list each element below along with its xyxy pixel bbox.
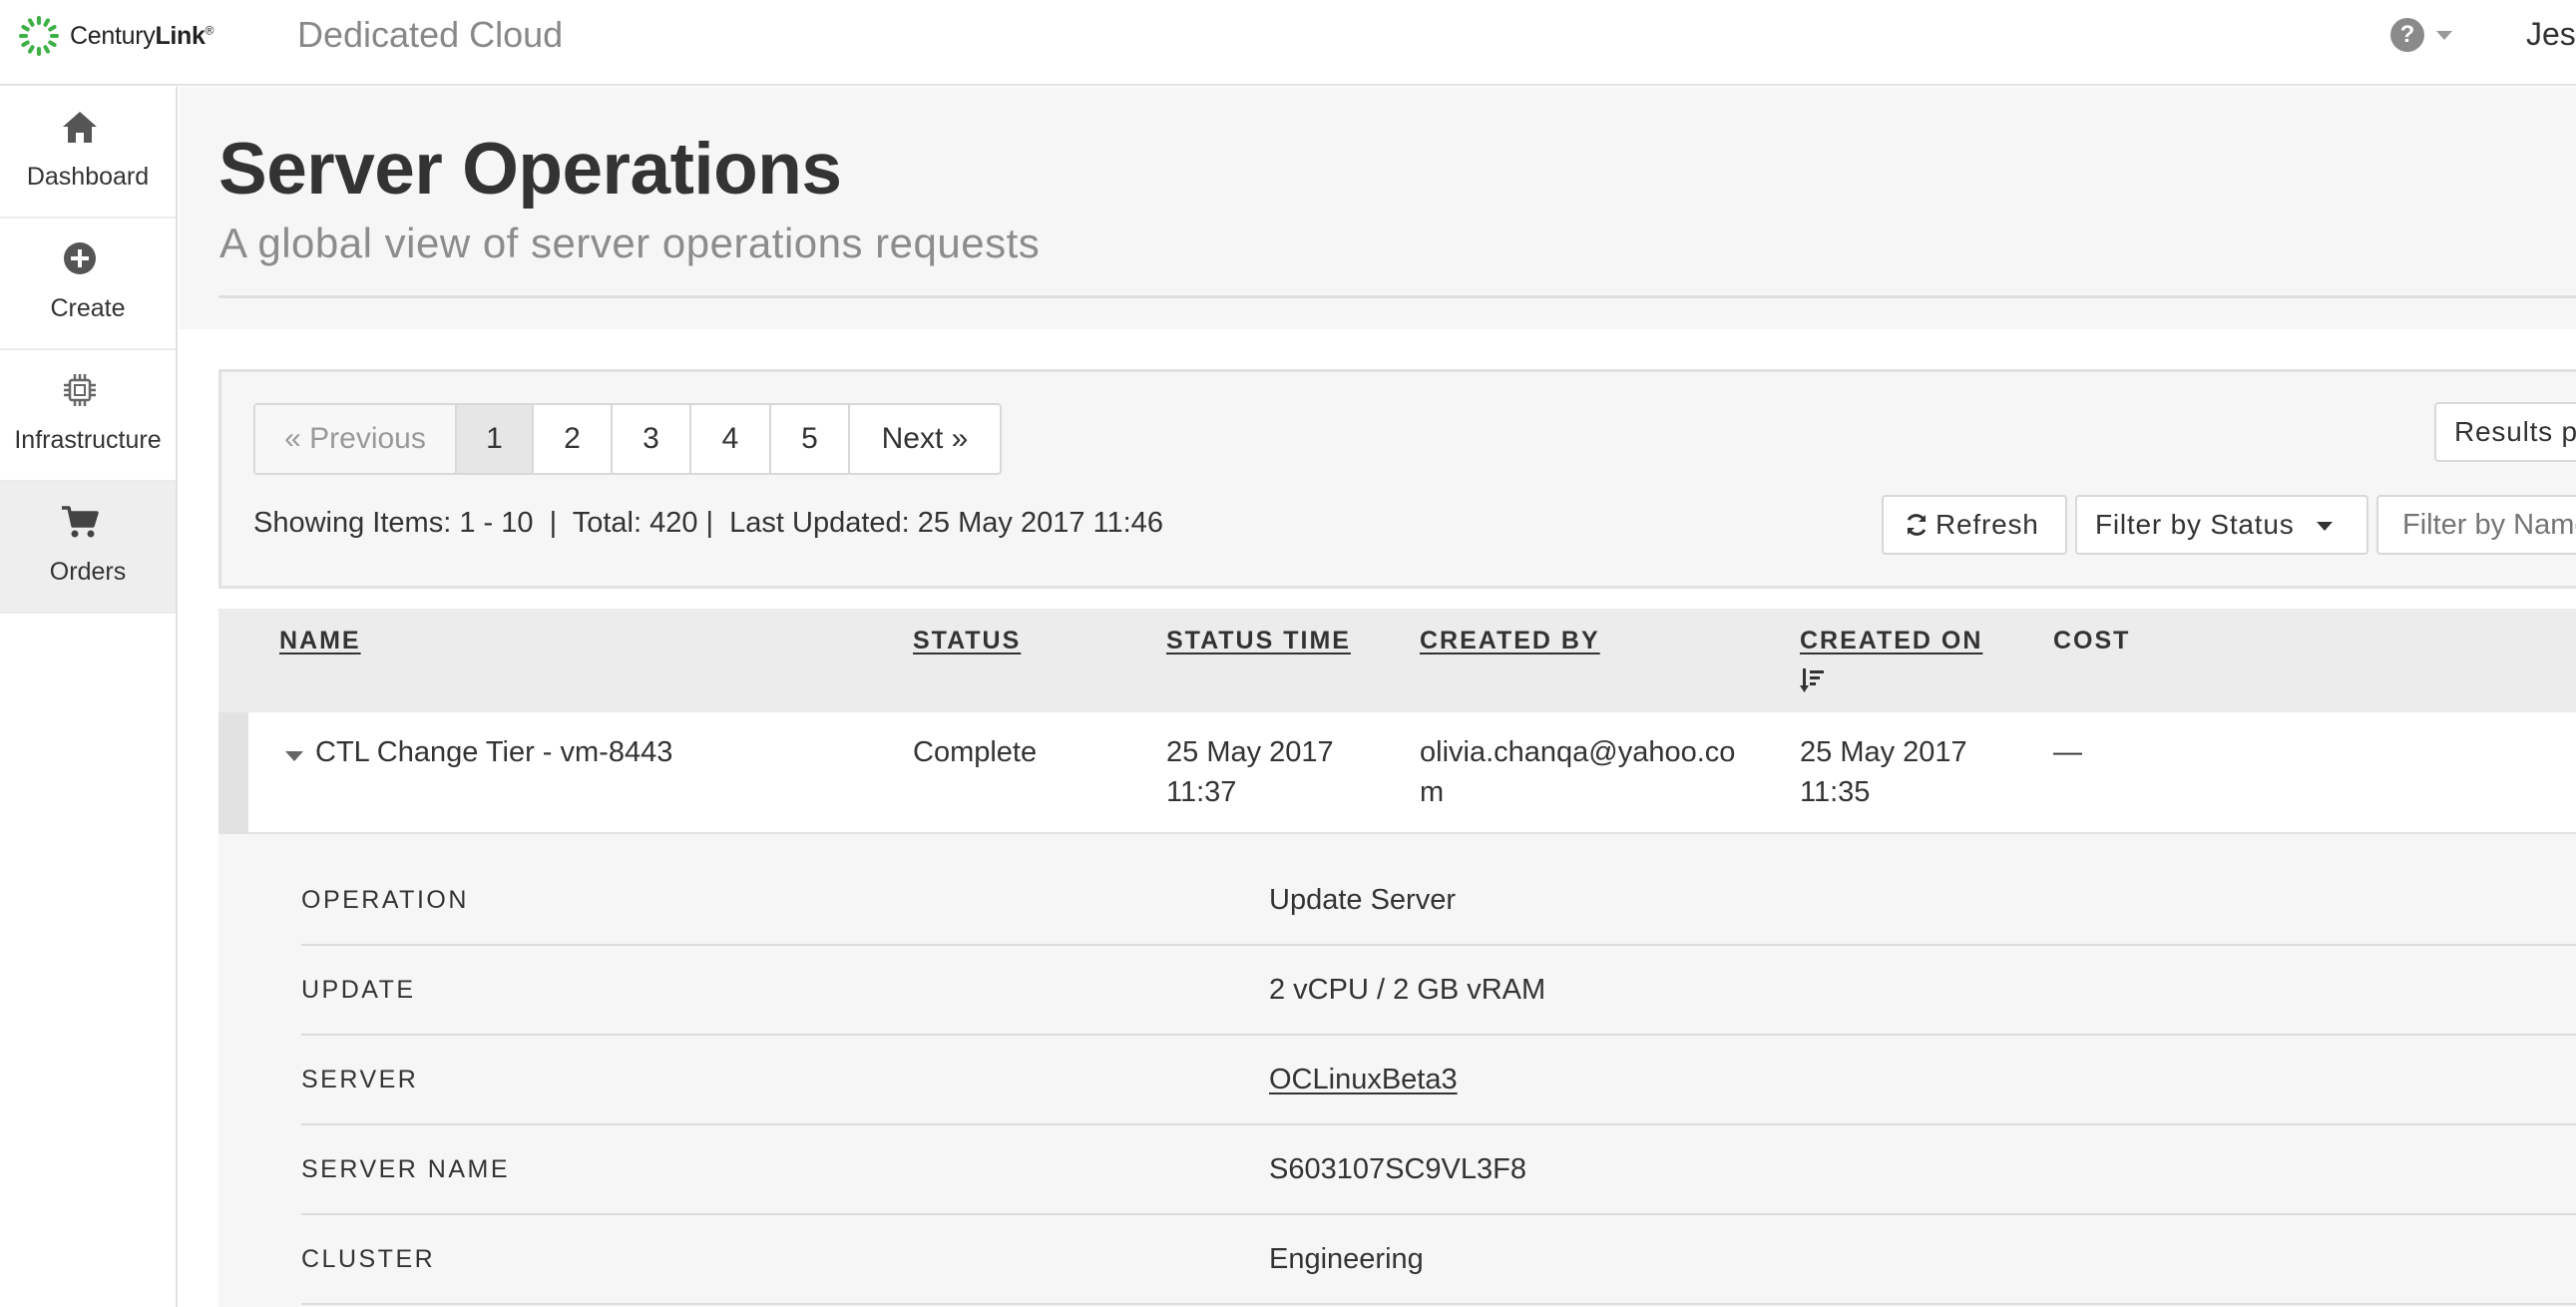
cart-icon [62, 506, 99, 538]
server-link[interactable]: OCLinuxBeta3 [1269, 1064, 1458, 1096]
detail-row-operation: OPERATION Update Server [301, 856, 2576, 946]
column-header-status-time[interactable]: STATUS TIME [1166, 627, 1351, 655]
caret-down-icon [2317, 522, 2334, 531]
detail-value: 2 vCPU / 2 GB vRAM [1269, 974, 1546, 1006]
help-menu-button[interactable]: ? [2390, 18, 2452, 52]
cell-status-time: 25 May 2017 11:37 [1166, 732, 1334, 812]
page-subtitle: A global view of server operations reque… [219, 219, 1041, 266]
sidebar-item-infrastructure[interactable]: Infrastructure [0, 350, 176, 482]
chip-icon [64, 374, 96, 406]
sidebar-item-label: Orders [49, 558, 127, 586]
sidebar-item-create[interactable]: Create [0, 218, 176, 350]
sidebar-item-label: Create [50, 294, 126, 322]
cell-created-by-line2: m [1420, 776, 1445, 808]
cell-created-on-date: 25 May 2017 [1800, 736, 1967, 768]
home-icon [63, 112, 97, 143]
filter-by-status-dropdown[interactable]: Filter by Status [2075, 495, 2368, 555]
help-icon: ? [2390, 18, 2424, 52]
page-title: Server Operations [218, 129, 842, 210]
sort-descending-icon[interactable] [1800, 666, 1826, 694]
centurylink-logo[interactable]: CenturyLink® [18, 14, 214, 58]
detail-value: Engineering [1269, 1243, 1424, 1275]
filter-by-status-label: Filter by Status [2095, 509, 2295, 540]
column-header-cost: COST [2053, 627, 2131, 654]
cell-status-time-time: 11:37 [1166, 776, 1237, 808]
app-title: Dedicated Cloud [297, 14, 564, 55]
column-header-created-by[interactable]: CREATED BY [1420, 627, 1600, 655]
pagination-page-5[interactable]: 5 [771, 405, 850, 473]
detail-value: S603107SC9VL3F8 [1269, 1153, 1526, 1185]
cell-name: CTL Change Tier - vm-8443 [315, 736, 673, 768]
detail-label: SERVER NAME [301, 1155, 511, 1183]
detail-row-update: UPDATE 2 vCPU / 2 GB vRAM [301, 946, 2576, 1036]
cell-created-by: olivia.chanqa@yahoo.co m [1420, 732, 1735, 812]
cell-cost: — [2053, 736, 2082, 768]
sidebar-item-label: Infrastructure [14, 426, 162, 454]
sidebar: Dashboard Create Infrastructure Orders [0, 87, 178, 1307]
refresh-label: Refresh [1935, 509, 2039, 540]
expand-toggle-icon[interactable] [285, 751, 303, 761]
controls-panel [218, 369, 2576, 589]
user-menu[interactable]: Jess [2526, 16, 2576, 53]
cell-created-by-line1: olivia.chanqa@yahoo.co [1420, 736, 1736, 768]
cell-status: Complete [913, 736, 1038, 768]
refresh-icon [1907, 514, 1927, 536]
pagination-previous[interactable]: « Previous [255, 405, 457, 473]
detail-label: UPDATE [301, 976, 416, 1004]
detail-row-server: SERVER OCLinuxBeta3 [301, 1036, 2576, 1125]
detail-label: CLUSTER [301, 1245, 436, 1273]
detail-row-cluster: CLUSTER Engineering [301, 1215, 2576, 1305]
detail-label: OPERATION [301, 886, 469, 914]
cell-created-on-time: 11:35 [1800, 776, 1871, 808]
pagination-page-2[interactable]: 2 [534, 405, 613, 473]
table-row[interactable] [218, 712, 2576, 834]
logo-sunburst-icon [19, 16, 59, 56]
column-header-name[interactable]: NAME [279, 627, 361, 655]
column-header-created-on[interactable]: CREATED ON [1800, 627, 1982, 655]
plus-circle-icon [64, 242, 96, 274]
row-expanded-indicator [218, 712, 248, 834]
pagination-next[interactable]: Next » [850, 405, 1000, 473]
refresh-button[interactable]: Refresh [1882, 495, 2067, 555]
divider [218, 295, 2576, 298]
detail-value: Update Server [1269, 884, 1456, 916]
sidebar-item-label: Dashboard [26, 163, 150, 191]
pagination: « Previous 1 2 3 4 5 Next » [253, 403, 1002, 475]
pagination-page-3[interactable]: 3 [613, 405, 691, 473]
sidebar-item-dashboard[interactable]: Dashboard [0, 87, 176, 218]
pagination-page-1[interactable]: 1 [457, 405, 534, 473]
cell-status-time-date: 25 May 2017 [1166, 736, 1334, 768]
pagination-page-4[interactable]: 4 [691, 405, 771, 473]
logo-text: CenturyLink® [70, 21, 215, 50]
results-per-page-button[interactable]: Results p [2434, 402, 2576, 462]
filter-by-name-input[interactable] [2376, 495, 2576, 555]
detail-row-server-name: SERVER NAME S603107SC9VL3F8 [301, 1125, 2576, 1215]
results-summary: Showing Items: 1 - 10 | Total: 420 | Las… [253, 507, 1163, 539]
detail-label: SERVER [301, 1066, 419, 1093]
chevron-down-icon [2436, 30, 2452, 40]
column-header-status[interactable]: STATUS [913, 627, 1021, 655]
sidebar-item-orders[interactable]: Orders [0, 482, 176, 614]
table-header [218, 609, 2576, 712]
cell-created-on: 25 May 2017 11:35 [1800, 732, 1967, 812]
